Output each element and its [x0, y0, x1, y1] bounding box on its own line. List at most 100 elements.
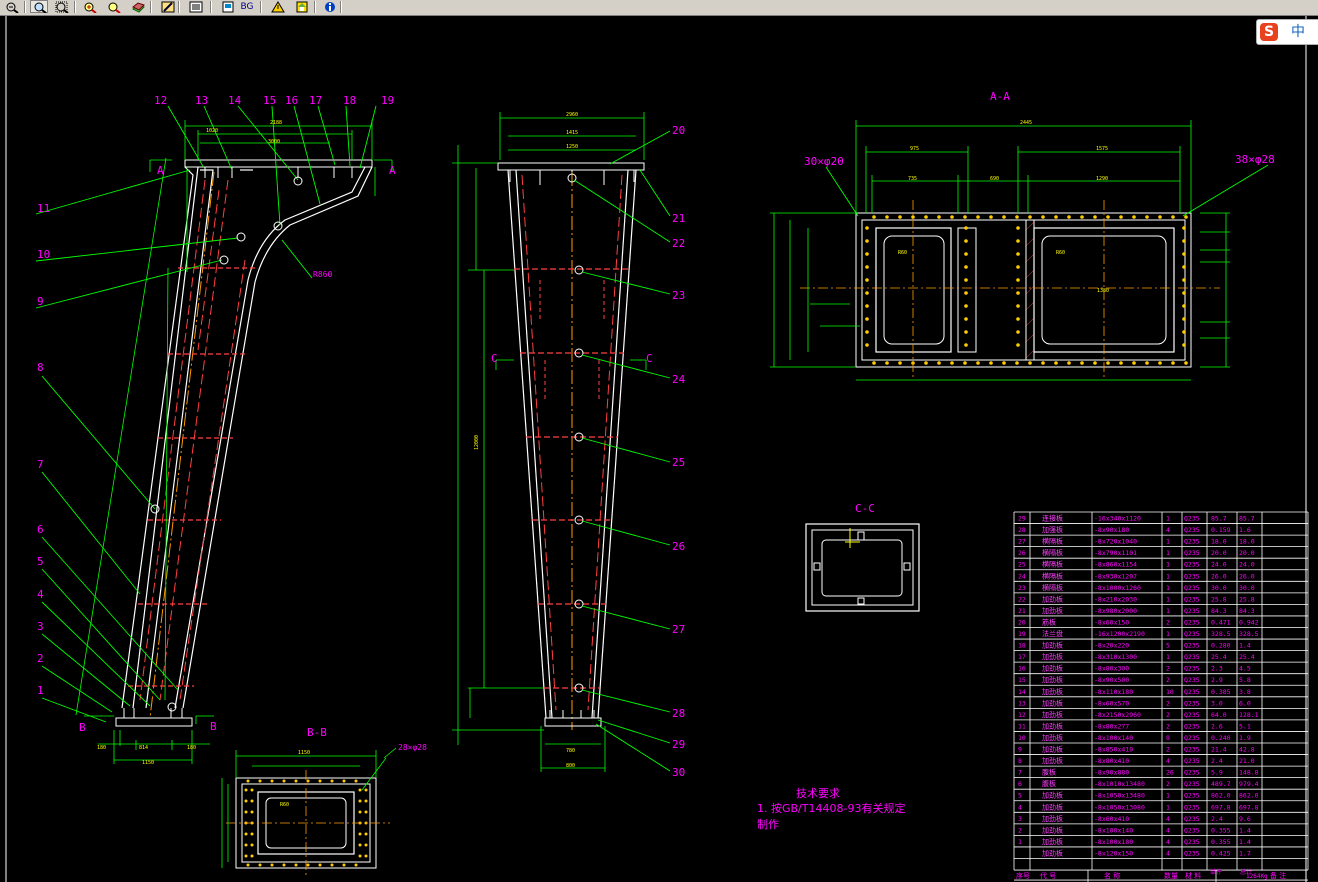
home-icon[interactable] [292, 0, 310, 13]
bom-footer-cell: 数量 [1164, 871, 1178, 880]
bom-cell: 2.4 [1211, 815, 1223, 823]
part-number-label: 30 [672, 766, 685, 779]
part-number-label: 7 [37, 458, 44, 471]
svg-text:735: 735 [908, 176, 917, 182]
bolt-hole [964, 317, 968, 321]
sogou-s-icon[interactable]: S [1260, 23, 1278, 41]
bom-cell: 1.7 [1239, 849, 1251, 857]
bom-cell: 84.3 [1239, 607, 1255, 615]
bom-cell: 328.5 [1239, 630, 1259, 638]
print-icon[interactable] [218, 0, 236, 13]
bom-cell: -8x80x277 [1094, 722, 1129, 730]
bg-icon[interactable]: BG [238, 0, 256, 13]
bom-cell: 1 [1166, 538, 1170, 546]
bom-cell: 489.7 [1211, 780, 1231, 788]
part-number-label: 4 [37, 588, 44, 601]
bom-cell: Q235 [1184, 630, 1200, 638]
svg-text:1020: 1020 [206, 128, 218, 134]
bolt-hole [1016, 239, 1020, 243]
svg-text:12000: 12000 [474, 435, 480, 450]
bolt-hole [1182, 278, 1186, 282]
bom-cell: 5.1 [1239, 722, 1251, 730]
bom-cell: -8x1010x13480 [1094, 780, 1145, 788]
bolt-hole [1182, 252, 1186, 256]
zoom-out-icon[interactable] [2, 0, 20, 13]
bom-footer-cell: 代 号 [1040, 871, 1056, 880]
view-title: C-C [855, 502, 875, 515]
bom-cell: 18.0 [1239, 538, 1255, 546]
part-number-label: 10 [37, 248, 50, 261]
bom-cell: -8x1000x1260 [1094, 584, 1141, 592]
svg-text:1150: 1150 [298, 750, 310, 756]
svg-text:800: 800 [566, 763, 575, 769]
bom-cell: 横隔板 [1042, 583, 1063, 592]
bom-cell: 4 [1166, 849, 1170, 857]
bom-cell: 26.0 [1211, 572, 1227, 580]
bolt-hole [1016, 317, 1020, 321]
bom-cell: 2 [1166, 665, 1170, 673]
bom-cell: 8 [1166, 734, 1170, 742]
bolt-hole [270, 779, 274, 783]
zoom-all-icon[interactable] [104, 0, 122, 13]
warning-icon[interactable] [268, 0, 286, 13]
bolt-hole [1016, 252, 1020, 256]
bolt-hole [1054, 361, 1058, 365]
bolt-hole [1093, 215, 1097, 219]
list-icon[interactable] [186, 0, 204, 13]
bom-cell: Q235 [1184, 515, 1200, 523]
part-number-label: 28 [672, 707, 685, 720]
bom-cell: 697.8 [1239, 803, 1259, 811]
bom-cell: 1 [1166, 515, 1170, 523]
bom-cell: -8x20x220 [1094, 642, 1129, 650]
bolt-hole [1171, 361, 1175, 365]
tech-req-title: 技术要求 [796, 787, 840, 800]
pencil-icon[interactable] [158, 0, 176, 13]
bom-cell: 8 [1018, 757, 1022, 765]
bolt-hole [306, 863, 310, 867]
bom-cell: 4 [1166, 838, 1170, 846]
bom-cell: 1 [1166, 561, 1170, 569]
bom-cell: Q235 [1184, 849, 1200, 857]
bom-cell: 加劲板 [1042, 710, 1063, 719]
bom-cell: -16x1200x2190 [1094, 630, 1145, 638]
bom-cell: 7 [1018, 769, 1022, 777]
bolt-hole [250, 854, 254, 858]
bom-cell: Q235 [1184, 792, 1200, 800]
ime-status-bar[interactable]: S 中 [1256, 19, 1318, 45]
part-number-label: 11 [37, 202, 50, 215]
bom-cell: -8x100x140 [1094, 826, 1133, 834]
bom-total-weight: 1264Kg [1246, 873, 1268, 880]
bom-cell: 加劲板 [1042, 594, 1063, 603]
part-number-label: 25 [672, 456, 685, 469]
bolt-hole [364, 843, 368, 847]
bom-cell: -8x90x880 [1094, 769, 1129, 777]
bom-cell: 加劲板 [1042, 791, 1063, 800]
bolt-hole [1182, 265, 1186, 269]
bom-cell: 697.8 [1211, 803, 1231, 811]
bolt-hole [258, 779, 262, 783]
bom-cell: -8x80x410 [1094, 757, 1129, 765]
bom-cell: 979.4 [1239, 780, 1259, 788]
cad-drawing-canvas[interactable]: 12 13 14 15 16 17 18 19 11 10 9 8 7 6 5 … [0, 16, 1318, 882]
bom-cell: 30.0 [1211, 584, 1227, 592]
bolt-hole [250, 810, 254, 814]
bom-cell: 6.0 [1239, 699, 1251, 707]
bolt-hole [937, 215, 941, 219]
bolt-hole [250, 799, 254, 803]
info-icon[interactable] [320, 0, 338, 13]
pan-icon[interactable] [52, 0, 70, 13]
bolt-hole [358, 799, 362, 803]
zoom-in-icon[interactable] [80, 0, 98, 13]
bom-cell: Q235 [1184, 549, 1200, 557]
bom-cell: 85.7 [1211, 515, 1227, 523]
bolt-hole [1184, 215, 1188, 219]
bom-cell: 1.6 [1239, 526, 1251, 534]
bom-cell: 加劲板 [1042, 837, 1063, 846]
layer-icon[interactable] [128, 0, 146, 13]
bom-cell: 加劲板 [1042, 641, 1063, 650]
zoom-window-icon[interactable] [30, 0, 48, 13]
bolt-hole [865, 343, 869, 347]
bolt-hole [244, 832, 248, 836]
ime-language-label[interactable]: 中 [1291, 23, 1305, 41]
bom-cell: -8x2150x2960 [1094, 711, 1141, 719]
